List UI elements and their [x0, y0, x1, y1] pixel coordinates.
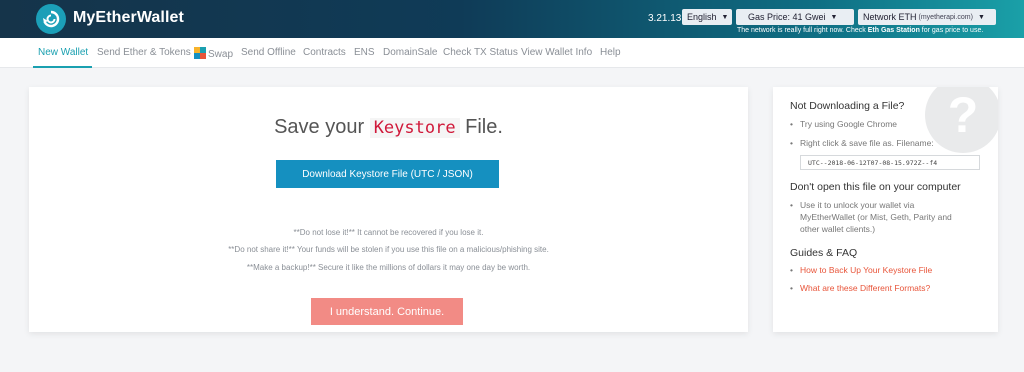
tip-use-it: • Use it to unlock your wallet via [790, 200, 915, 210]
tip-chrome: • Try using Google Chrome [790, 119, 898, 129]
version-label: 3.21.13 [648, 13, 682, 24]
chevron-down-icon: ▼ [830, 13, 838, 21]
brand-name[interactable]: MyEtherWallet [73, 9, 184, 27]
active-tab-indicator [33, 66, 92, 68]
help-sidebar: ? Not Downloading a File? • Try using Goo… [773, 87, 998, 332]
top-header: MyEtherWallet 3.21.13 English ▼ Gas Pric… [0, 0, 1024, 38]
tip-right-click-text: Right click & save file as. Filename: [800, 138, 934, 148]
continue-button[interactable]: I understand. Continue. [311, 298, 463, 325]
gas-price-label: Gas Price: 41 Gwei [748, 12, 826, 22]
title-suffix: File. [465, 116, 503, 138]
warning-lose: **Do not lose it!** It cannot be recover… [293, 228, 484, 237]
title-prefix: Save your [274, 116, 365, 138]
chevron-down-icon: ▼ [721, 13, 729, 21]
tab-help[interactable]: Help [600, 47, 621, 58]
network-notice-text: The network is really full right now. Ch… [737, 27, 868, 34]
network-notice-text-end: for gas price to use. [919, 27, 984, 34]
tab-swap-label: Swap [208, 49, 234, 60]
chevron-down-icon: ▼ [977, 13, 985, 21]
warning-backup: **Make a backup!** Secure it like the mi… [246, 263, 531, 272]
tip-chrome-text: Try using Google Chrome [800, 119, 898, 129]
tip-use-it-line3: other wallet clients.) [800, 224, 876, 234]
tab-swap[interactable]: Swap [194, 47, 233, 60]
tip-use-it-line1: Use it to unlock your wallet via [800, 200, 915, 210]
link-backup-keystore-text[interactable]: How to Back Up Your Keystore File [800, 265, 932, 275]
link-different-formats[interactable]: • What are these Different Formats? [790, 282, 930, 294]
title-keyword: Keystore [369, 118, 460, 138]
network-label: Network ETH [863, 12, 917, 22]
link-different-formats-text[interactable]: What are these Different Formats? [800, 283, 930, 293]
network-api-label: (myetherapi.com) [918, 13, 973, 21]
swap-icon [194, 47, 206, 59]
tab-send-offline[interactable]: Send Offline [241, 47, 296, 58]
download-keystore-button[interactable]: Download Keystore File (UTC / JSON) [276, 160, 499, 188]
heading-guides-faq: Guides & FAQ [790, 247, 858, 259]
gas-price-dropdown[interactable]: Gas Price: 41 Gwei ▼ [736, 9, 854, 25]
tip-use-it-line2: MyEtherWallet (or Mist, Geth, Parity and [800, 212, 952, 222]
link-backup-keystore[interactable]: • How to Back Up Your Keystore File [790, 264, 932, 276]
tip-right-click: • Right click & save file as. Filename: [790, 138, 934, 148]
tab-check-tx-status[interactable]: Check TX Status [443, 47, 518, 58]
network-notice: The network is really full right now. Ch… [737, 27, 983, 34]
language-label: English [687, 12, 717, 22]
heading-dont-open: Don't open this file on your computer [790, 181, 961, 193]
question-mark-icon: ? [925, 87, 998, 153]
filename-field[interactable]: UTC--2018-06-12T07-08-15.972Z--f4 [800, 155, 980, 170]
tab-ens[interactable]: ENS [354, 47, 375, 58]
keystore-card: Save your Keystore File. Download Keysto… [29, 87, 748, 332]
tab-domainsale[interactable]: DomainSale [383, 47, 437, 58]
logo-icon[interactable] [36, 4, 66, 34]
main-nav: New Wallet Send Ether & Tokens Swap Send… [0, 38, 1024, 68]
warning-share: **Do not share it!** Your funds will be … [228, 245, 549, 254]
tab-contracts[interactable]: Contracts [303, 47, 346, 58]
language-dropdown[interactable]: English ▼ [682, 9, 732, 25]
tab-send-ether-tokens[interactable]: Send Ether & Tokens [97, 47, 191, 58]
gas-station-link[interactable]: Eth Gas Station [868, 27, 920, 34]
tab-view-wallet-info[interactable]: View Wallet Info [521, 47, 592, 58]
page-title: Save your Keystore File. [29, 116, 748, 139]
heading-not-downloading: Not Downloading a File? [790, 100, 905, 112]
tab-new-wallet[interactable]: New Wallet [38, 47, 88, 58]
network-dropdown[interactable]: Network ETH (myetherapi.com) ▼ [858, 9, 996, 25]
